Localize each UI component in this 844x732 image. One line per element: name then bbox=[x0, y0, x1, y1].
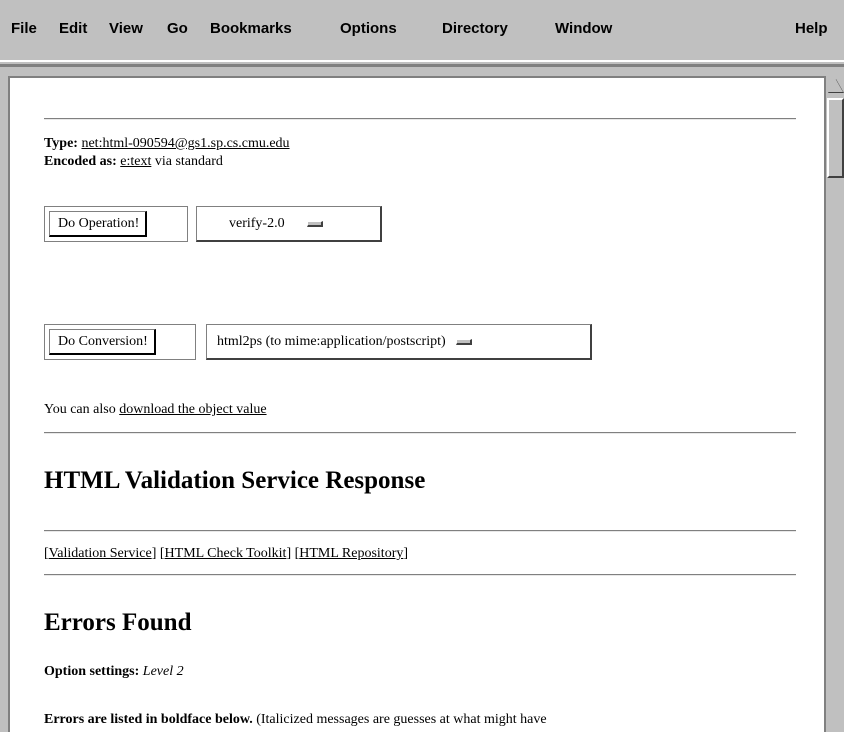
scroll-up-arrow-icon[interactable] bbox=[827, 78, 843, 92]
download-line: You can also download the object value bbox=[44, 402, 267, 418]
menu-separator-lower bbox=[0, 66, 844, 70]
encoded-line: Encoded as: e:text via standard bbox=[44, 154, 223, 170]
divider bbox=[44, 574, 796, 576]
menu-options[interactable]: Options bbox=[340, 20, 397, 37]
errors-title: Errors Found bbox=[44, 609, 192, 636]
menu-directory[interactable]: Directory bbox=[442, 20, 508, 37]
type-label: Type: bbox=[44, 136, 78, 151]
encoded-suffix: via standard bbox=[151, 154, 223, 169]
conversion-select-value: html2ps (to mime:application/postscript) bbox=[217, 333, 446, 349]
type-line: Type: net:html-090594@gs1.sp.cs.cmu.edu bbox=[44, 136, 290, 152]
do-conversion-button[interactable]: Do Conversion! bbox=[49, 329, 156, 355]
menu-view[interactable]: View bbox=[109, 20, 143, 37]
conversion-select[interactable]: html2ps (to mime:application/postscript) bbox=[206, 324, 592, 360]
conversion-button-frame: Do Conversion! bbox=[44, 324, 196, 360]
menu-help[interactable]: Help bbox=[795, 20, 828, 37]
option-settings-value: Level 2 bbox=[139, 664, 184, 679]
option-settings-label: Option settings: bbox=[44, 664, 140, 679]
menu-bar: File Edit View Go Bookmarks Options Dire… bbox=[0, 0, 844, 56]
dropdown-indicator-icon bbox=[306, 220, 323, 227]
menu-edit[interactable]: Edit bbox=[59, 20, 87, 37]
menu-bookmarks[interactable]: Bookmarks bbox=[210, 20, 292, 37]
html-repository-link[interactable]: HTML Repository bbox=[299, 546, 403, 561]
menu-window[interactable]: Window bbox=[555, 20, 612, 37]
bracket: ] bbox=[403, 546, 409, 561]
encoding-link[interactable]: e:text bbox=[120, 154, 151, 169]
do-operation-button[interactable]: Do Operation! bbox=[49, 211, 148, 237]
html-check-toolkit-link[interactable]: HTML Check Toolkit bbox=[165, 546, 287, 561]
vertical-scrollbar[interactable] bbox=[824, 76, 844, 732]
nav-links: [Validation Service] [HTML Check Toolkit… bbox=[44, 546, 408, 562]
validation-service-link[interactable]: Validation Service bbox=[49, 546, 152, 561]
divider bbox=[44, 432, 796, 434]
type-link[interactable]: net:html-090594@gs1.sp.cs.cmu.edu bbox=[81, 136, 289, 151]
divider bbox=[44, 118, 796, 120]
operation-button-frame: Do Operation! bbox=[44, 206, 188, 242]
divider bbox=[44, 530, 796, 532]
dropdown-indicator-icon bbox=[455, 338, 472, 345]
errors-listed-line: Errors are listed in boldface below. (It… bbox=[44, 712, 547, 728]
operation-select[interactable]: verify-2.0 bbox=[196, 206, 382, 242]
response-title: HTML Validation Service Response bbox=[44, 467, 426, 494]
bracket: ] [ bbox=[286, 546, 300, 561]
errors-listed-bold: Errors are listed in boldface below. bbox=[44, 712, 253, 727]
scroll-thumb[interactable] bbox=[827, 98, 844, 178]
menu-go[interactable]: Go bbox=[167, 20, 188, 37]
download-link[interactable]: download the object value bbox=[119, 402, 266, 417]
errors-listed-note: (Italicized messages are guesses at what… bbox=[252, 712, 547, 727]
operation-select-value: verify-2.0 bbox=[229, 215, 285, 231]
option-settings-line: Option settings: Level 2 bbox=[44, 664, 184, 680]
encoded-label: Encoded as: bbox=[44, 154, 117, 169]
page-viewport[interactable]: Type: net:html-090594@gs1.sp.cs.cmu.edu … bbox=[8, 76, 824, 732]
download-prefix: You can also bbox=[44, 402, 120, 417]
menu-file[interactable]: File bbox=[11, 20, 37, 37]
bracket: ] [ bbox=[151, 546, 165, 561]
